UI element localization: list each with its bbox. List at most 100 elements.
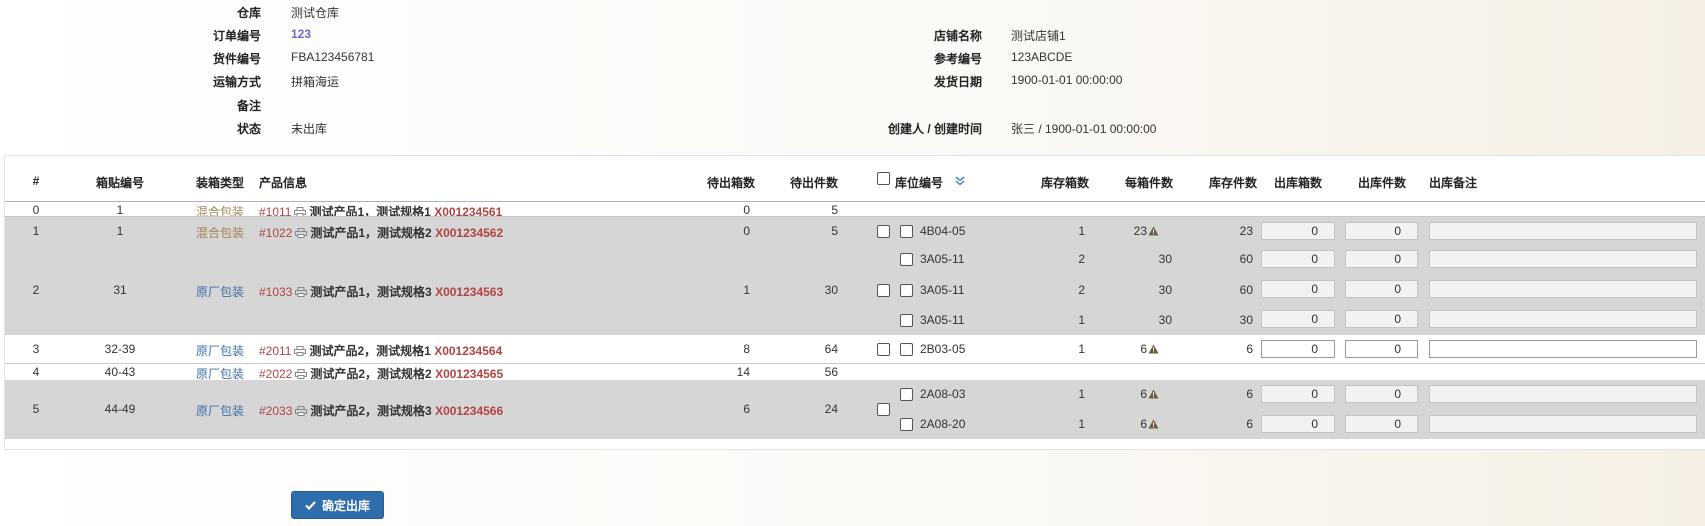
row-index: 5 (32, 402, 40, 416)
row-pack-type: 原厂包装 (195, 285, 244, 299)
select-all-checkbox[interactable] (877, 172, 890, 185)
row-box-no: 32-39 (104, 342, 136, 356)
product-name: 测试产品2，测试规格3 (310, 404, 432, 418)
location-code: 2A08-03 (920, 387, 966, 401)
stock-qty: 6 (1246, 387, 1253, 401)
location-checkbox[interactable] (900, 343, 913, 356)
ref-no-value: 123ABCDE (1011, 50, 1073, 64)
printer-icon[interactable] (294, 346, 307, 356)
out-remark-input[interactable] (1429, 340, 1697, 358)
product-sku: X001234563 (435, 285, 504, 299)
table-row: 0 1 混合包装 #1011 测试产品1，测试规格1 X001234561 0 5 (5, 202, 1705, 219)
location-checkbox[interactable] (900, 388, 913, 401)
row-product: #1033 测试产品1，测试规格3 X001234563 (259, 283, 503, 300)
table-row: 5 44-49 原厂包装 #2033 测试产品2，测试规格3 X001234566… (5, 380, 1705, 439)
row-pending-boxes: 6 (743, 402, 750, 416)
per-box: 30 (1158, 313, 1172, 327)
ref-no-label: 参考编号 (933, 52, 982, 66)
row-box-no: 1 (116, 203, 124, 217)
out-qty-input[interactable]: 0 (1345, 310, 1418, 328)
table-row: 2 31 原厂包装 #1033 测试产品1，测试规格3 X001234563 1 … (5, 245, 1705, 335)
location-checkbox[interactable] (900, 418, 913, 431)
remark-label: 备注 (236, 99, 261, 113)
check-icon (305, 500, 316, 510)
order-no-label: 订单编号 (212, 29, 261, 43)
header-stock-qty: 库存件数 (1208, 176, 1257, 190)
row-product: #2011 测试产品2，测试规格1 X001234564 (259, 342, 502, 359)
out-remark-input[interactable] (1429, 250, 1697, 268)
transport-value: 拼箱海运 (291, 75, 340, 89)
product-code[interactable]: #1022 (259, 226, 292, 240)
out-boxes-input[interactable]: 0 (1261, 415, 1335, 433)
row-box-no: 1 (116, 224, 124, 238)
row-pending-qty: 30 (824, 283, 838, 297)
row-checkbox[interactable] (877, 403, 890, 416)
out-boxes-input[interactable]: 0 (1261, 222, 1335, 240)
table-row: 3 32-39 原厂包装 #2011 测试产品2，测试规格1 X001234564… (5, 336, 1705, 363)
header-out-boxes: 出库箱数 (1273, 176, 1322, 190)
out-boxes-input[interactable]: 0 (1261, 250, 1335, 268)
out-boxes-input[interactable]: 0 (1261, 340, 1335, 358)
out-boxes-input[interactable]: 0 (1261, 310, 1335, 328)
ship-date-value: 1900-01-01 00:00:00 (1011, 73, 1123, 87)
product-code[interactable]: #1033 (259, 285, 292, 299)
ship-date-label: 发货日期 (933, 75, 982, 89)
location-checkbox[interactable] (900, 225, 913, 238)
out-qty-input[interactable]: 0 (1345, 222, 1418, 240)
printer-icon[interactable] (295, 406, 308, 416)
warning-icon (1148, 226, 1159, 236)
out-qty-input[interactable]: 0 (1345, 250, 1418, 268)
header-product: 产品信息 (259, 176, 308, 190)
sort-chevron-icon[interactable] (955, 176, 965, 186)
creator-value: 张三 / 1900-01-01 00:00:00 (1011, 122, 1157, 136)
store-value: 测试店铺1 (1011, 29, 1066, 43)
row-checkbox[interactable] (877, 225, 890, 238)
product-code[interactable]: #2033 (259, 404, 292, 418)
location-checkbox[interactable] (900, 314, 913, 327)
row-index: 3 (32, 342, 40, 356)
row-checkbox[interactable] (877, 284, 890, 297)
per-box-value: 23 (1133, 224, 1147, 238)
location-checkbox[interactable] (900, 284, 913, 297)
row-pending-boxes: 1 (743, 283, 750, 297)
order-no-link[interactable]: 123 (291, 27, 311, 41)
out-boxes-input[interactable]: 0 (1261, 280, 1335, 298)
row-pack-type: 原厂包装 (195, 404, 244, 418)
out-remark-input[interactable] (1429, 415, 1697, 433)
row-pending-boxes: 8 (743, 342, 750, 356)
stock-boxes: 1 (1078, 387, 1085, 401)
row-checkbox[interactable] (877, 343, 890, 356)
out-qty-input[interactable]: 0 (1345, 280, 1418, 298)
transport-label: 运输方式 (212, 75, 261, 89)
row-index: 2 (32, 283, 40, 297)
location-code: 2B03-05 (920, 342, 966, 356)
location-code: 3A05-11 (920, 313, 965, 327)
per-box: 6 (1099, 417, 1159, 431)
out-remark-input[interactable] (1429, 280, 1697, 298)
status-value: 未出库 (291, 122, 328, 136)
header-stock-boxes: 库存箱数 (1040, 176, 1089, 190)
out-qty-input[interactable]: 0 (1345, 385, 1418, 403)
location-code: 2A08-20 (920, 417, 966, 431)
out-remark-input[interactable] (1429, 222, 1697, 240)
printer-icon[interactable] (295, 369, 308, 379)
location-code: 4B04-05 (920, 224, 966, 238)
out-remark-input[interactable] (1429, 310, 1697, 328)
out-qty-input[interactable]: 0 (1345, 415, 1418, 433)
out-remark-input[interactable] (1429, 385, 1697, 403)
header-box-no: 箱贴编号 (95, 176, 144, 190)
product-code[interactable]: #2011 (259, 344, 291, 358)
location-checkbox[interactable] (900, 253, 913, 266)
header-out-qty: 出库件数 (1357, 176, 1406, 190)
creator-label: 创建人 / 创建时间 (887, 122, 982, 136)
confirm-outbound-button[interactable]: 确定出库 (291, 491, 384, 519)
table-row: 1 1 混合包装 #1022 测试产品1，测试规格2 X001234562 0 5… (5, 217, 1705, 245)
stock-qty: 23 (1239, 224, 1253, 238)
printer-icon[interactable] (295, 287, 308, 297)
out-qty-input[interactable]: 0 (1345, 340, 1418, 358)
stock-boxes: 1 (1078, 313, 1085, 327)
out-boxes-input[interactable]: 0 (1261, 385, 1335, 403)
printer-icon[interactable] (295, 228, 308, 238)
product-code[interactable]: #2022 (259, 367, 292, 381)
header-pending-boxes: 待出箱数 (706, 176, 755, 190)
